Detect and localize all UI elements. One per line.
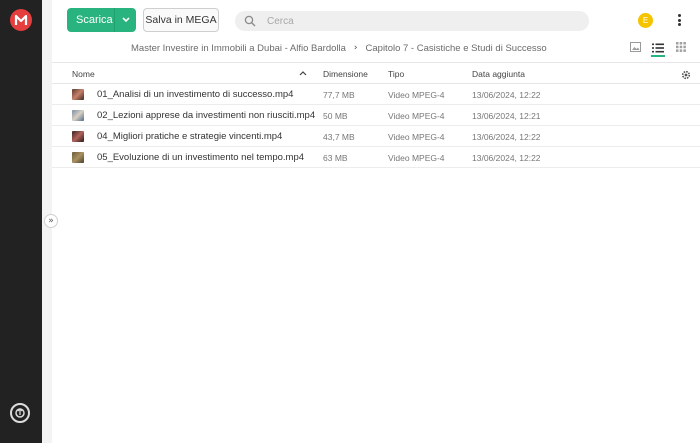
more-menu-icon[interactable]	[672, 12, 686, 28]
file-date: 13/06/2024, 12:22	[472, 153, 541, 163]
file-type: Video MPEG-4	[388, 90, 445, 100]
breadcrumb: Master Investire in Immobili a Dubai - A…	[131, 41, 547, 55]
sort-ascending-icon[interactable]	[299, 69, 307, 77]
gear-icon[interactable]	[680, 69, 692, 81]
grid-view-icon[interactable]	[674, 40, 688, 54]
search-icon	[243, 14, 257, 28]
file-type: Video MPEG-4	[388, 132, 445, 142]
transfer-manager-icon[interactable]	[10, 403, 30, 423]
list-view-icon[interactable]	[651, 40, 665, 57]
video-thumbnail	[72, 89, 84, 100]
video-thumbnail	[72, 131, 84, 142]
expand-sidebar-icon[interactable]: »	[44, 214, 58, 228]
video-thumbnail	[72, 152, 84, 163]
download-button-label: Scarica	[76, 14, 113, 26]
file-size: 50 MB	[323, 111, 348, 121]
search-input[interactable]	[267, 15, 567, 27]
breadcrumb-item-root[interactable]: Master Investire in Immobili a Dubai - A…	[131, 43, 346, 54]
column-header-date[interactable]: Data aggiunta	[472, 69, 525, 79]
column-header-name[interactable]: Nome	[72, 69, 95, 79]
file-name[interactable]: 01_Analisi di un investimento di success…	[97, 89, 293, 100]
file-size: 77,7 MB	[323, 90, 355, 100]
file-size: 63 MB	[323, 153, 348, 163]
file-name[interactable]: 04_Migliori pratiche e strategie vincent…	[97, 131, 282, 142]
column-header-type[interactable]: Tipo	[388, 69, 404, 79]
video-thumbnail	[72, 110, 84, 121]
table-row[interactable]: 04_Migliori pratiche e strategie vincent…	[52, 126, 700, 147]
chevron-right-icon: ›	[353, 43, 358, 53]
breadcrumb-item-current[interactable]: Capitolo 7 - Casistiche e Studi di Succe…	[366, 43, 547, 54]
thumbnail-view-icon[interactable]	[628, 40, 642, 54]
table-row[interactable]: 02_Lezioni apprese da investimenti non r…	[52, 105, 700, 126]
search-bar[interactable]	[235, 11, 589, 31]
download-button[interactable]: Scarica	[67, 8, 136, 32]
table-row[interactable]: 05_Evoluzione di un investimento nel tem…	[52, 147, 700, 168]
mega-logo-icon[interactable]	[10, 9, 32, 31]
file-name[interactable]: 05_Evoluzione di un investimento nel tem…	[97, 152, 304, 163]
file-date: 13/06/2024, 12:21	[472, 111, 541, 121]
file-date: 13/06/2024, 12:22	[472, 90, 541, 100]
table-header: Nome Dimensione Tipo Data aggiunta	[52, 63, 700, 84]
file-type: Video MPEG-4	[388, 153, 445, 163]
chevron-down-icon[interactable]	[115, 17, 136, 23]
file-date: 13/06/2024, 12:22	[472, 132, 541, 142]
view-mode-switcher	[628, 40, 697, 57]
column-header-size[interactable]: Dimensione	[323, 69, 368, 79]
avatar[interactable]: E	[638, 13, 653, 28]
file-name[interactable]: 02_Lezioni apprese da investimenti non r…	[97, 110, 315, 121]
save-to-mega-button[interactable]: Salva in MEGA	[143, 8, 219, 32]
table-row[interactable]: 01_Analisi di un investimento di success…	[52, 84, 700, 105]
left-sidebar	[0, 0, 42, 443]
file-size: 43,7 MB	[323, 132, 355, 142]
app-root: » Scarica Salva in MEGA E Master Investi…	[0, 0, 700, 443]
file-type: Video MPEG-4	[388, 111, 445, 121]
